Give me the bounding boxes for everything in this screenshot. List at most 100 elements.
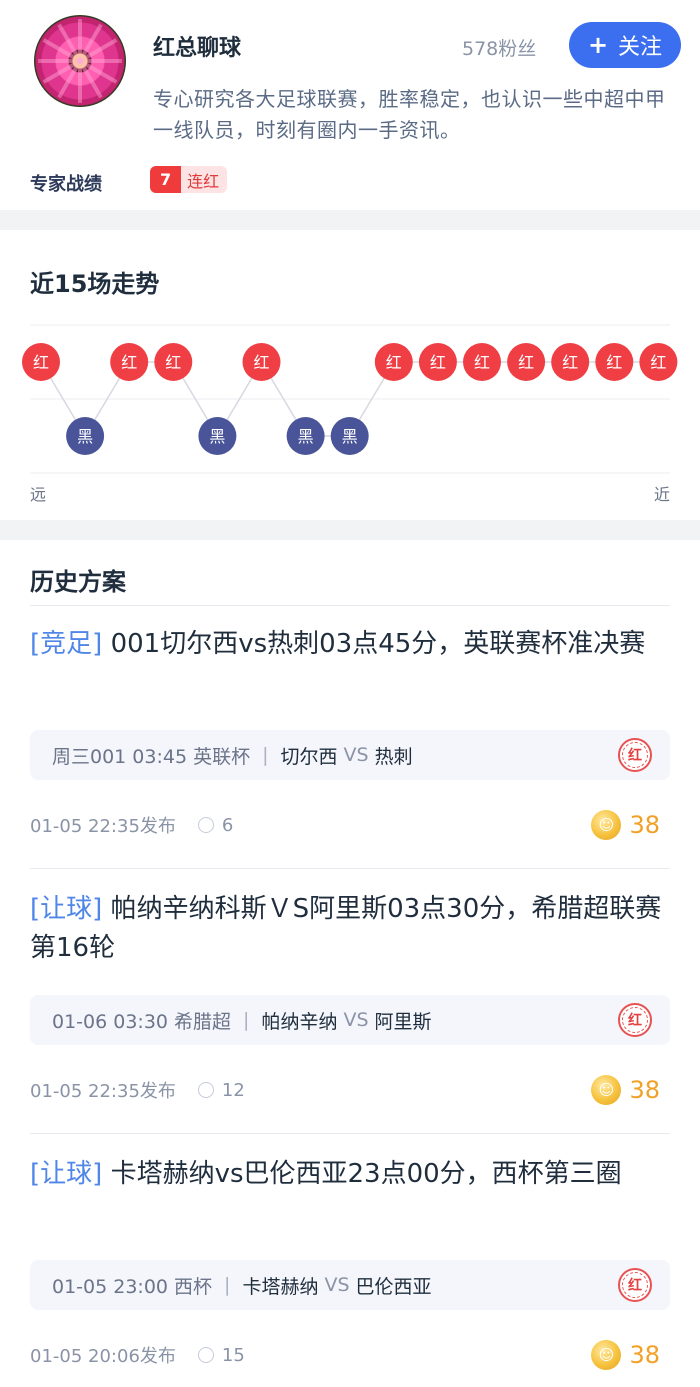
plan-tag: [让球]: [30, 894, 103, 924]
trend-point-red: 红: [110, 343, 149, 381]
away-team: 阿里斯: [374, 1010, 432, 1033]
trend-point-red: 红: [551, 343, 590, 381]
away-team: 巴伦西亚: [355, 1275, 432, 1298]
trend-point-label: 黑: [209, 427, 225, 446]
plan-tag: [竞足]: [30, 629, 103, 659]
views-count: 6: [221, 814, 234, 836]
expert-intro: 专心研究各大足球联赛，胜率稳定，也认识一些中超中甲一线队员，时刻有圈内一手资讯。: [153, 87, 666, 142]
divider: [30, 868, 670, 869]
match-time-league: 周三001 03:45 英联杯: [52, 745, 251, 768]
plan-item[interactable]: [让球] 卡塔赫纳vs巴伦西亚23点00分，西杯第三圈 01-05 23:00 西…: [30, 1155, 670, 1370]
plan-title[interactable]: [让球] 卡塔赫纳vs巴伦西亚23点00分，西杯第三圈: [30, 1155, 670, 1194]
views: 6: [197, 814, 234, 836]
trend-point-label: 红: [33, 353, 49, 372]
home-team: 卡塔赫纳: [242, 1275, 319, 1298]
vs-label: VS: [343, 1009, 369, 1031]
views: 12: [197, 1079, 245, 1101]
trend-point-red: 红: [22, 343, 60, 381]
plan-title-text: 帕纳辛纳科斯ＶS阿里斯03点30分，希腊超联赛第16轮: [30, 894, 662, 963]
trend-point-label: 红: [121, 353, 137, 372]
separator: |: [243, 1009, 250, 1031]
trend-point-label: 红: [253, 353, 269, 372]
match-time-league: 01-05 23:00 西杯: [52, 1275, 213, 1298]
result-stamp-icon: 红: [618, 1003, 652, 1037]
plan-meta: 01-05 20:06发布 15 ☺ 38: [30, 1340, 670, 1370]
trend-point-black: 黑: [198, 417, 237, 455]
away-team: 热刺: [374, 745, 413, 768]
price-value: 38: [629, 1341, 660, 1369]
trend-point-label: 红: [430, 353, 446, 372]
plan-title[interactable]: [让球] 帕纳辛纳科斯ＶS阿里斯03点30分，希腊超联赛第16轮: [30, 890, 670, 968]
trend-point-label: 红: [165, 353, 181, 372]
home-team: 切尔西: [280, 745, 338, 768]
trend-point-red: 红: [418, 343, 457, 381]
follow-label: 关注: [618, 35, 663, 60]
trend-point-red: 红: [154, 343, 193, 381]
vs-label: VS: [324, 1274, 350, 1296]
views-count: 12: [221, 1079, 245, 1101]
views: 15: [197, 1344, 245, 1366]
views-count: 15: [221, 1344, 245, 1366]
separator: |: [262, 744, 269, 766]
avatar[interactable]: [34, 15, 126, 107]
trend-point-label: 红: [474, 353, 490, 372]
separator: |: [224, 1274, 231, 1296]
trend-point-label: 黑: [342, 427, 358, 446]
trend-point-label: 红: [606, 353, 622, 372]
price-value: 38: [629, 811, 660, 839]
coin-icon: ☺: [591, 810, 622, 840]
fire-icon: [197, 1082, 214, 1098]
match-time-league: 01-06 03:30 希腊超: [52, 1010, 232, 1033]
vs-label: VS: [343, 744, 369, 766]
history-title: 历史方案: [30, 568, 126, 596]
plan-meta: 01-05 22:35发布 12 ☺ 38: [30, 1075, 670, 1105]
publish-time: 01-05 20:06发布: [30, 1346, 176, 1367]
trend-point-red: 红: [507, 343, 546, 381]
divider: [30, 605, 670, 606]
plus-icon: +: [587, 31, 609, 59]
plan-title-text: 卡塔赫纳vs巴伦西亚23点00分，西杯第三圈: [110, 1159, 622, 1189]
result-stamp-icon: 红: [618, 738, 652, 772]
trend-point-label: 黑: [77, 427, 93, 446]
expert-profile: 红总聊球 578粉丝 + 关注 专心研究各大足球联赛，胜率稳定，也认识一些中超中…: [0, 0, 700, 210]
plan-title[interactable]: [竞足] 001切尔西vs热刺03点45分，英联赛杯准决赛: [30, 625, 670, 664]
fire-icon: [197, 817, 214, 833]
price: ☺ 38: [591, 1075, 660, 1105]
plan-tag: [让球]: [30, 1159, 103, 1189]
home-team: 帕纳辛纳: [261, 1010, 338, 1033]
trend-title: 近15场走势: [30, 270, 160, 298]
publish-time: 01-05 22:35发布: [30, 1081, 176, 1102]
match-info[interactable]: 01-06 03:30 希腊超 | 帕纳辛纳 VS 阿里斯 红: [30, 995, 670, 1045]
trend-point-red: 红: [242, 343, 281, 381]
trend-point-red: 红: [639, 343, 678, 381]
trend-point-black: 黑: [286, 417, 325, 455]
coin-icon: ☺: [591, 1340, 622, 1370]
price-value: 38: [629, 1076, 660, 1104]
plan-item[interactable]: [竞足] 001切尔西vs热刺03点45分，英联赛杯准决赛周三001 03:45…: [30, 625, 670, 840]
match-info[interactable]: 周三001 03:45 英联杯 | 切尔西 VS 热刺 红: [30, 730, 670, 780]
plan-title-text: 001切尔西vs热刺03点45分，英联赛杯准决赛: [110, 629, 646, 659]
plan-item[interactable]: [让球] 帕纳辛纳科斯ＶS阿里斯03点30分，希腊超联赛第16轮 01-06 03…: [30, 890, 670, 1105]
coin-icon: ☺: [591, 1075, 622, 1105]
streak-text: 连红: [181, 166, 228, 193]
publish-time: 01-05 22:35发布: [30, 816, 176, 837]
result-stamp-icon: 红: [618, 1268, 652, 1302]
trend-point-label: 黑: [298, 427, 314, 446]
follow-button[interactable]: + 关注: [569, 22, 681, 68]
section-divider: [0, 520, 700, 540]
near-label: 近: [654, 485, 670, 504]
match-info[interactable]: 01-05 23:00 西杯 | 卡塔赫纳 VS 巴伦西亚 红: [30, 1260, 670, 1310]
trend-point-red: 红: [463, 343, 501, 381]
trend-point-red: 红: [595, 343, 634, 381]
expert-name: 红总聊球: [153, 36, 242, 61]
trend-point-label: 红: [650, 353, 666, 372]
streak-count: 7: [150, 166, 182, 193]
price: ☺ 38: [591, 810, 660, 840]
fire-icon: [197, 1347, 214, 1363]
plan-meta: 01-05 22:35发布 6 ☺ 38: [30, 810, 670, 840]
trend-point-label: 红: [562, 353, 578, 372]
fans-count: 578粉丝: [462, 38, 537, 60]
trend-point-red: 红: [374, 343, 413, 381]
trend-point-black: 黑: [330, 417, 369, 455]
trend-point-black: 黑: [66, 417, 105, 455]
